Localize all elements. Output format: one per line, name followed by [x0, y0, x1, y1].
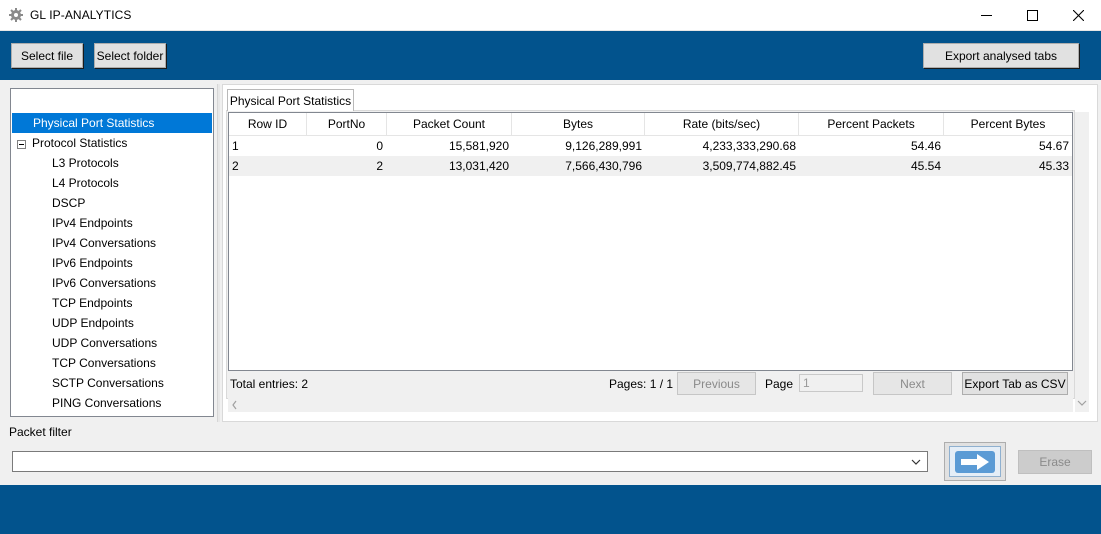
erase-button[interactable]: Erase — [1018, 450, 1092, 474]
tree-item-l3-protocols[interactable]: L3 Protocols — [52, 153, 119, 173]
statistics-table: Row ID PortNo Packet Count Bytes Rate (b… — [228, 112, 1073, 371]
table-header: Row ID PortNo Packet Count Bytes Rate (b… — [229, 113, 1072, 136]
tree-item-ipv6-endpoints[interactable]: IPv6 Endpoints — [52, 253, 133, 273]
arrow-right-icon — [955, 450, 995, 473]
chevron-down-icon[interactable] — [911, 459, 921, 465]
minimize-button[interactable] — [963, 0, 1009, 31]
panel-splitter[interactable] — [217, 84, 220, 422]
previous-button[interactable]: Previous — [677, 372, 756, 395]
maximize-icon — [1026, 10, 1038, 21]
cell-rate: 4,233,333,290.68 — [702, 139, 796, 153]
cell-percent-packets: 45.54 — [910, 159, 941, 173]
minimize-icon — [980, 15, 992, 16]
tree-item-protocol-statistics[interactable]: Protocol Statistics — [32, 133, 127, 153]
table-row[interactable]: 1 0 15,581,920 9,126,289,991 4,233,333,2… — [229, 136, 1072, 156]
tree-item-sctp-conversations[interactable]: SCTP Conversations — [52, 373, 164, 393]
tree-item-udp-conversations[interactable]: UDP Conversations — [52, 333, 157, 353]
cell-percent-bytes: 45.33 — [1038, 159, 1069, 173]
cell-percent-bytes: 54.67 — [1038, 139, 1069, 153]
scroll-down-icon[interactable] — [1075, 398, 1089, 408]
close-icon — [1072, 10, 1084, 21]
cell-packet-count: 13,031,420 — [448, 159, 509, 173]
tree-item-tcp-conversations[interactable]: TCP Conversations — [52, 353, 156, 373]
select-file-button[interactable]: Select file — [11, 43, 83, 68]
tree-item-ping-conversations[interactable]: PING Conversations — [52, 393, 161, 413]
cell-rate: 3,509,774,882.45 — [702, 159, 796, 173]
tree-item-tcp-endpoints[interactable]: TCP Endpoints — [52, 293, 133, 313]
tree-item-l4-protocols[interactable]: L4 Protocols — [52, 173, 119, 193]
tree-item-physical-port-statistics[interactable]: Physical Port Statistics — [12, 113, 212, 133]
tree-item-udp-endpoints[interactable]: UDP Endpoints — [52, 313, 134, 333]
page-number-input[interactable]: 1 — [799, 374, 863, 392]
cell-port-no: 0 — [376, 139, 383, 153]
scroll-left-icon[interactable] — [230, 398, 240, 412]
column-header-port-no[interactable]: PortNo — [307, 113, 387, 136]
packet-filter-label: Packet filter — [9, 425, 72, 439]
tree-item-ipv4-conversations[interactable]: IPv4 Conversations — [52, 233, 156, 253]
cell-port-no: 2 — [376, 159, 383, 173]
next-button[interactable]: Next — [873, 372, 952, 395]
gear-icon — [9, 8, 23, 22]
window-title: GL IP-ANALYTICS — [30, 8, 132, 22]
total-entries-label: Total entries: 2 — [230, 377, 309, 391]
navigation-tree: Physical Port Statistics Protocol Statis… — [10, 88, 214, 417]
cell-row-id: 1 — [232, 139, 239, 153]
title-bar: GL IP-ANALYTICS — [0, 0, 1101, 31]
tab-physical-port-statistics[interactable]: Physical Port Statistics — [227, 89, 354, 111]
cell-bytes: 7,566,430,796 — [565, 159, 642, 173]
packet-filter-combobox[interactable] — [12, 451, 928, 472]
apply-filter-button[interactable] — [944, 442, 1006, 481]
tree-filter-box[interactable] — [11, 89, 213, 113]
table-row[interactable]: 2 2 13,031,420 7,566,430,796 3,509,774,8… — [229, 156, 1072, 176]
close-button[interactable] — [1055, 0, 1101, 31]
cell-percent-packets: 54.46 — [910, 139, 941, 153]
toolbar: Select file Select folder Export analyse… — [0, 31, 1101, 80]
cell-bytes: 9,126,289,991 — [565, 139, 642, 153]
status-bar — [0, 485, 1101, 534]
column-header-row-id[interactable]: Row ID — [229, 113, 307, 136]
tree-item-ipv4-endpoints[interactable]: IPv4 Endpoints — [52, 213, 133, 233]
export-analysed-tabs-button[interactable]: Export analysed tabs — [923, 43, 1079, 68]
pages-label: Pages: 1 / 1 — [609, 377, 674, 391]
cell-packet-count: 15,581,920 — [448, 139, 509, 153]
tree-item-ipv6-conversations[interactable]: IPv6 Conversations — [52, 273, 156, 293]
cell-row-id: 2 — [232, 159, 239, 173]
column-header-percent-bytes[interactable]: Percent Bytes — [944, 113, 1072, 136]
column-header-packet-count[interactable]: Packet Count — [387, 113, 512, 136]
maximize-button[interactable] — [1009, 0, 1055, 31]
export-tab-csv-button[interactable]: Export Tab as CSV — [962, 372, 1068, 395]
column-header-percent-packets[interactable]: Percent Packets — [799, 113, 944, 136]
page-label: Page — [765, 377, 794, 391]
tree-item-dscp[interactable]: DSCP — [52, 193, 85, 213]
collapse-icon[interactable] — [17, 140, 26, 149]
horizontal-scrollbar[interactable] — [228, 398, 1073, 412]
column-header-rate[interactable]: Rate (bits/sec) — [645, 113, 799, 136]
column-header-bytes[interactable]: Bytes — [512, 113, 645, 136]
select-folder-button[interactable]: Select folder — [94, 43, 166, 68]
vertical-scrollbar[interactable] — [1075, 112, 1089, 412]
